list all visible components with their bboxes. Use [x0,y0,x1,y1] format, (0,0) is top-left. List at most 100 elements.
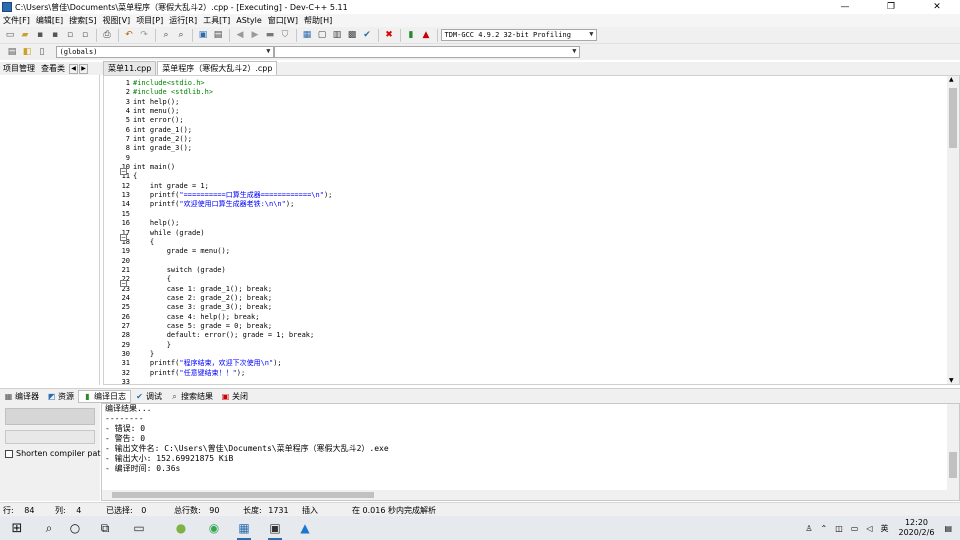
code-line[interactable]: int help(); [133,98,933,107]
input-language[interactable]: 英 [881,523,889,534]
menu-astyle[interactable]: AStyle [233,16,265,25]
code-line[interactable]: { [133,238,933,247]
menu-run[interactable]: 运行[R] [166,15,200,26]
tab-debug[interactable]: ✔ 调试 [131,390,166,403]
menu-window[interactable]: 窗口[W] [265,15,301,26]
scrollbar-thumb[interactable] [112,492,374,498]
code-line[interactable]: while (grade) [133,229,933,238]
close-file-icon[interactable]: ▫ [64,29,76,41]
print-icon[interactable]: ⎙ [101,29,113,41]
menu-tools[interactable]: 工具[T] [200,15,233,26]
find-icon[interactable]: ⌕ [160,29,172,41]
code-line[interactable]: case 5: grade = 0; break; [133,322,933,331]
code-line[interactable] [133,154,933,163]
shorten-paths-option[interactable]: Shorten compiler paths [5,449,110,458]
task-view-icon[interactable]: ⧉ [96,519,114,537]
open-folder-icon[interactable]: ▰ [19,29,31,41]
chart-icon[interactable]: ▮ [405,29,417,41]
tab-class-view[interactable]: 查看类 [38,63,68,74]
menu-file[interactable]: 文件[F] [0,15,33,26]
bookmark-icon[interactable]: ▤ [212,29,224,41]
code-line[interactable]: help(); [133,219,933,228]
members-select[interactable]: ▼ [273,46,580,58]
code-line[interactable]: int menu(); [133,107,933,116]
code-line[interactable]: case 4: help(); break; [133,313,933,322]
syntax-check-icon[interactable]: ✔ [361,29,373,41]
code-line[interactable]: } [133,341,933,350]
network-icon[interactable]: ◫ [835,524,843,533]
log-horizontal-scrollbar[interactable] [102,490,947,500]
menu-help[interactable]: 帮助[H] [301,15,335,26]
minimize-button[interactable]: — [822,0,868,14]
project-tree-panel[interactable] [0,75,100,385]
shield-icon[interactable]: ⛉ [279,29,291,41]
fold-toggle-icon[interactable]: − [120,280,127,287]
compile-icon[interactable]: ▦ [301,29,313,41]
goto-declaration-icon[interactable]: ◧ [21,46,33,58]
notifications-icon[interactable]: ▤ [944,524,952,533]
code-line[interactable]: printf("程序结束，欢迎下次使用\n"); [133,359,933,368]
code-line[interactable] [133,210,933,219]
devcpp-taskbar-icon[interactable]: ▦ [235,519,253,540]
code-line[interactable]: printf("任意键结束！！"); [133,369,933,378]
search-icon[interactable]: ⌕ [40,519,58,537]
battery-icon[interactable]: ▭ [851,524,859,533]
file-explorer-icon[interactable]: ▭ [130,519,148,537]
tab-close[interactable]: ▣ 关闭 [217,390,252,403]
scroll-up-icon[interactable]: ▲ [949,76,954,83]
tab-project-manager[interactable]: 项目管理 [0,63,38,74]
scrollbar-thumb[interactable] [949,452,957,478]
code-line[interactable]: int error(); [133,116,933,125]
abort-compilation-button[interactable] [5,408,95,425]
people-icon[interactable]: ♙ [805,524,812,533]
menu-project[interactable]: 项目[P] [133,15,166,26]
scroll-down-icon[interactable]: ▼ [949,377,954,384]
compiler-select[interactable]: TDM-GCC 4.9.2 32-bit Profiling ▼ [440,29,597,41]
chevron-left-icon[interactable]: ◀ [69,63,78,74]
cortana-circle-icon[interactable]: ○ [66,519,84,537]
taskbar-clock[interactable]: 12:20 2020/2/6 [899,518,935,538]
stop-execution-icon[interactable]: ✖ [383,29,395,41]
save-icon[interactable]: ▪ [34,29,46,41]
code-line[interactable]: case 3: grade_3(); break; [133,303,933,312]
tab-compile-log[interactable]: ▮ 编译日志 [78,389,131,403]
tab-file-active[interactable]: 菜单程序（寒假大乱斗2）.cpp [157,61,278,75]
chrome-icon[interactable]: ◉ [205,519,223,537]
code-line[interactable]: int grade_1(); [133,126,933,135]
close-button[interactable]: ✕ [914,0,960,14]
fold-toggle-icon[interactable]: − [120,168,127,175]
run-icon[interactable]: ▢ [316,29,328,41]
code-line[interactable]: int grade_2(); [133,135,933,144]
compile-log-output[interactable]: 编译结果... -------- - 错误: 0- 警告: 0- 输出文件名: C:… [101,403,960,501]
volume-icon[interactable]: ◁ [866,524,872,533]
new-file-icon[interactable]: ▭ [4,29,16,41]
fold-toggle-icon[interactable]: − [120,234,127,241]
console-taskbar-icon[interactable]: ▣ [266,519,284,540]
profile-icon[interactable]: ▲ [420,29,432,41]
code-text[interactable]: #include<stdio.h> #include <stdlib.h> int … [133,79,933,384]
menu-edit[interactable]: 编辑[E] [33,15,66,26]
code-editor[interactable]: 1234567891011121314151617181920212223242… [103,75,960,385]
code-line[interactable]: case 2: grade_2(); break; [133,294,933,303]
compile-run-icon[interactable]: ▥ [331,29,343,41]
class-browser-icon[interactable]: ▤ [6,46,18,58]
save-all-icon[interactable]: ▪ [49,29,61,41]
indent-left-icon[interactable]: ◀ [234,29,246,41]
log-vertical-scrollbar[interactable] [947,404,959,500]
chevron-up-icon[interactable]: ⌃ [821,524,828,533]
code-line[interactable]: { [133,172,933,181]
close-all-icon[interactable]: ▫ [79,29,91,41]
globals-select[interactable]: (globals) ▼ [55,46,274,58]
redo-icon[interactable]: ↷ [138,29,150,41]
code-line[interactable]: #include <stdlib.h> [133,88,933,97]
undo-icon[interactable]: ↶ [123,29,135,41]
rebuild-icon[interactable]: ▩ [346,29,358,41]
tab-compiler[interactable]: ▦ 编译器 [0,390,43,403]
editor-vertical-scrollbar[interactable]: ▲ ▼ [947,76,959,384]
code-line[interactable]: case 1: grade_1(); break; [133,285,933,294]
code-line[interactable] [133,378,933,384]
tab-file-menu11[interactable]: 菜单11.cpp [103,61,157,75]
menu-search[interactable]: 搜索[S] [66,15,99,26]
goto-icon[interactable]: ▣ [197,29,209,41]
scrollbar-thumb[interactable] [949,88,957,148]
